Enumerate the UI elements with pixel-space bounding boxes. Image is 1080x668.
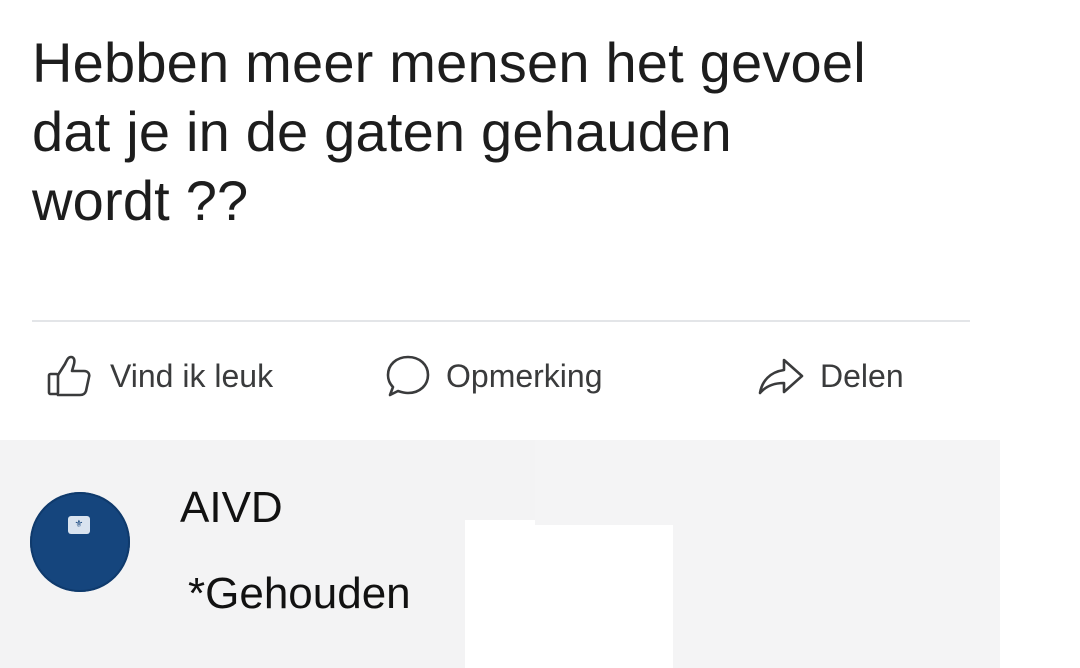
like-button[interactable]: Vind ik leuk — [46, 350, 273, 402]
post-text: Hebben meer mensen het gevoel dat je in … — [32, 28, 992, 235]
comment-margin — [1000, 440, 1080, 668]
action-bar-divider — [32, 320, 970, 322]
share-button-label: Delen — [820, 357, 904, 394]
comment-text: *Gehouden — [188, 569, 411, 618]
comment-background-patch — [465, 440, 535, 520]
like-button-label: Vind ik leuk — [110, 357, 274, 394]
post-text-line-1: Hebben meer mensen het gevoel — [32, 31, 866, 94]
comment-author[interactable]: AIVD — [180, 482, 283, 534]
comment-button-label: Opmerking — [446, 357, 603, 394]
comment-button[interactable]: Opmerking — [384, 350, 603, 402]
comment-edited-patch — [535, 525, 673, 668]
comment-bubble-icon — [384, 353, 432, 399]
avatar[interactable]: ⚜ — [30, 492, 130, 592]
share-button[interactable]: Delen — [756, 350, 904, 402]
thumbs-up-icon — [46, 354, 96, 398]
share-arrow-icon — [756, 354, 806, 398]
comment-area — [0, 440, 1080, 668]
post-text-line-3: wordt ?? — [32, 169, 249, 232]
crest-emblem-icon: ⚜ — [68, 516, 90, 534]
post-text-line-2: dat je in de gaten gehauden — [32, 100, 732, 163]
